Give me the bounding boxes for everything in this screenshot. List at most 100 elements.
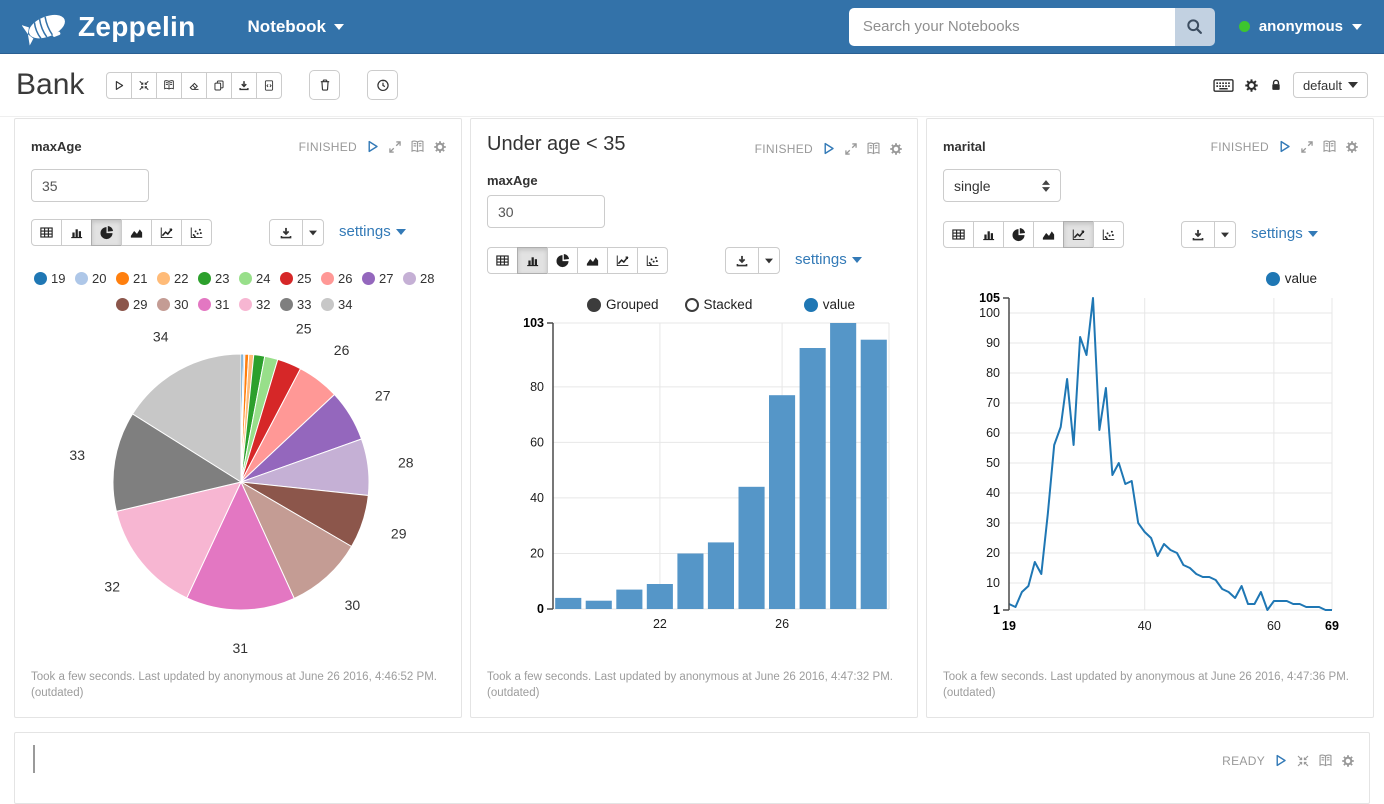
- download-button[interactable]: [1181, 221, 1215, 248]
- legend-item[interactable]: 21: [116, 265, 157, 291]
- download-caret-button[interactable]: [758, 247, 780, 274]
- legend-item[interactable]: 28: [403, 265, 444, 291]
- shortcuts-keyboard-icon[interactable]: [1213, 78, 1234, 93]
- legend-item[interactable]: 23: [198, 265, 239, 291]
- viz-scatter-button[interactable]: [181, 219, 212, 246]
- viz-pie-button[interactable]: [91, 219, 122, 246]
- legend-item[interactable]: 24: [239, 265, 280, 291]
- footer-line1: Took a few seconds. Last updated by anon…: [943, 669, 1357, 685]
- download-button[interactable]: [725, 247, 759, 274]
- show-editor-icon[interactable]: [866, 141, 881, 156]
- svg-text:31: 31: [233, 640, 249, 656]
- paragraph-empty-editor[interactable]: READY: [14, 732, 1370, 804]
- legend-item[interactable]: 20: [75, 265, 116, 291]
- viz-scatter-button[interactable]: [637, 247, 668, 274]
- show-editor-icon[interactable]: [1322, 139, 1337, 154]
- paragraph-gear-icon[interactable]: [889, 142, 903, 156]
- legend-label: 22: [174, 271, 188, 286]
- search-button[interactable]: [1175, 8, 1215, 46]
- viz-table-button[interactable]: [487, 247, 518, 274]
- legend-item[interactable]: 26: [321, 265, 362, 291]
- marital-select[interactable]: single: [943, 169, 1061, 202]
- series-legend-value[interactable]: value: [1266, 271, 1317, 286]
- scheduler-button[interactable]: [367, 70, 398, 100]
- viz-line-button[interactable]: [607, 247, 638, 274]
- viz-pie-button[interactable]: [547, 247, 578, 274]
- viz-pie-button[interactable]: [1003, 221, 1034, 248]
- compress-icon[interactable]: [1296, 754, 1310, 768]
- settings-link[interactable]: settings: [339, 223, 406, 240]
- maxage-input[interactable]: [31, 169, 149, 202]
- search-input[interactable]: [849, 8, 1175, 46]
- legend-item[interactable]: 27: [362, 265, 403, 291]
- viz-area-button[interactable]: [577, 247, 608, 274]
- paragraph-gear-icon[interactable]: [433, 140, 447, 154]
- toggle-code-button[interactable]: [156, 72, 182, 99]
- download-caret-button[interactable]: [1214, 221, 1236, 248]
- expand-icon[interactable]: [1300, 140, 1314, 154]
- legend-item[interactable]: 25: [280, 265, 321, 291]
- expand-icon[interactable]: [844, 142, 858, 156]
- show-editor-icon[interactable]: [1318, 753, 1333, 768]
- svg-text:20: 20: [530, 546, 544, 560]
- legend-label: 19: [51, 271, 65, 286]
- run-paragraph-icon[interactable]: [1277, 139, 1292, 154]
- viz-table-button[interactable]: [31, 219, 62, 246]
- svg-text:29: 29: [391, 526, 407, 542]
- legend-item[interactable]: 19: [34, 265, 75, 291]
- viz-scatter-button[interactable]: [1093, 221, 1124, 248]
- legend-dot: [75, 272, 88, 285]
- paragraph-gear-icon[interactable]: [1345, 140, 1359, 154]
- svg-text:32: 32: [104, 579, 120, 595]
- settings-link[interactable]: settings: [795, 251, 862, 268]
- viz-line-button[interactable]: [1063, 221, 1094, 248]
- marital-selected-value: single: [954, 178, 991, 194]
- status-text: FINISHED: [299, 140, 357, 154]
- delete-note-button[interactable]: [309, 70, 340, 100]
- expand-icon[interactable]: [388, 140, 402, 154]
- clone-note-button[interactable]: [206, 72, 232, 99]
- svg-text:1: 1: [993, 603, 1000, 617]
- viz-type-group: [31, 219, 212, 246]
- viz-area-button[interactable]: [1033, 221, 1064, 248]
- legend-label: 24: [256, 271, 270, 286]
- clear-output-button[interactable]: [181, 72, 207, 99]
- legend-label: 20: [92, 271, 106, 286]
- stacked-radio[interactable]: Stacked: [685, 297, 753, 312]
- collapse-paragraphs-button[interactable]: [131, 72, 157, 99]
- viz-bar-button[interactable]: [517, 247, 548, 274]
- note-header-right: default: [1213, 72, 1368, 98]
- download-caret-button[interactable]: [302, 219, 324, 246]
- note-title[interactable]: Bank: [16, 68, 84, 102]
- interpreter-binding-button[interactable]: default: [1293, 72, 1368, 98]
- export-note-button[interactable]: [231, 72, 257, 99]
- brand-title: Zeppelin: [78, 11, 196, 43]
- grouped-radio[interactable]: Grouped: [587, 297, 659, 312]
- download-button[interactable]: [269, 219, 303, 246]
- legend-item[interactable]: 22: [157, 265, 198, 291]
- viz-table-button[interactable]: [943, 221, 974, 248]
- run-all-button[interactable]: [106, 72, 132, 99]
- select-updown-icon: [1042, 180, 1050, 192]
- show-editor-icon[interactable]: [410, 139, 425, 154]
- commit-note-button[interactable]: [256, 72, 282, 99]
- notebook-menu[interactable]: Notebook: [248, 17, 344, 37]
- maxage-input[interactable]: [487, 195, 605, 228]
- settings-link[interactable]: settings: [1251, 225, 1318, 242]
- viz-line-button[interactable]: [151, 219, 182, 246]
- viz-area-button[interactable]: [121, 219, 152, 246]
- zeppelin-blimp-icon: [22, 7, 70, 47]
- zeppelin-logo[interactable]: Zeppelin: [22, 7, 196, 47]
- permissions-lock-icon[interactable]: [1269, 78, 1283, 92]
- run-paragraph-icon[interactable]: [365, 139, 380, 154]
- legend-dot: [321, 272, 334, 285]
- run-paragraph-icon[interactable]: [1273, 753, 1288, 768]
- user-menu[interactable]: anonymous: [1239, 18, 1362, 35]
- notebook-menu-label: Notebook: [248, 17, 326, 37]
- series-legend-value[interactable]: value: [804, 297, 855, 312]
- viz-bar-button[interactable]: [973, 221, 1004, 248]
- viz-bar-button[interactable]: [61, 219, 92, 246]
- run-paragraph-icon[interactable]: [821, 141, 836, 156]
- paragraph-gear-icon[interactable]: [1341, 754, 1355, 768]
- note-config-gear-icon[interactable]: [1244, 78, 1259, 93]
